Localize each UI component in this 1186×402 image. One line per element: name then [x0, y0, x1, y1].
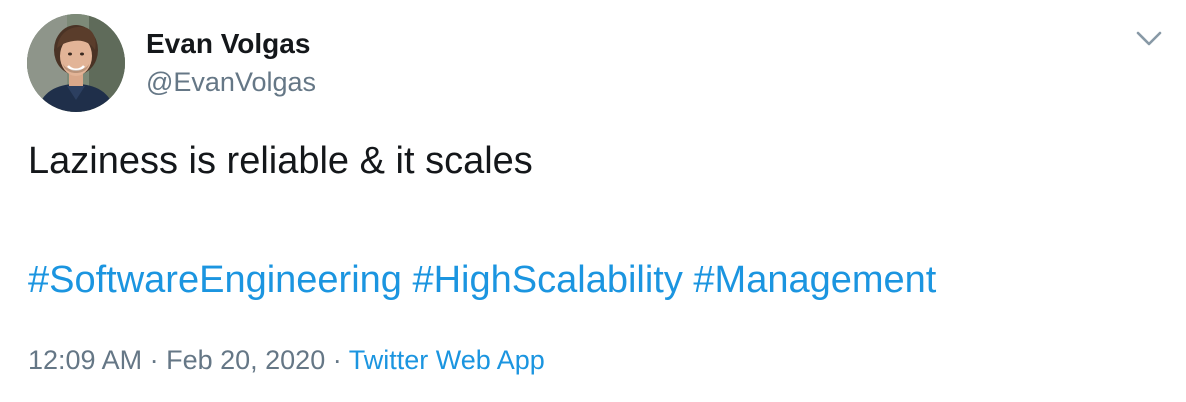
hashtag-list: #SoftwareEngineering #HighScalability #M…	[28, 259, 936, 302]
hashtag-management[interactable]: #Management	[693, 259, 936, 301]
tweet-source[interactable]: Twitter Web App	[349, 345, 545, 375]
tweet-meta: 12:09 AM · Feb 20, 2020 · Twitter Web Ap…	[28, 345, 545, 376]
meta-separator: ·	[325, 345, 349, 375]
avatar[interactable]	[27, 14, 125, 112]
hashtag-software-engineering[interactable]: #SoftwareEngineering	[28, 259, 402, 301]
author-name[interactable]: Evan Volgas	[146, 28, 310, 60]
profile-photo-icon	[27, 14, 125, 112]
hashtag-high-scalability[interactable]: #HighScalability	[412, 259, 682, 301]
tweet-date[interactable]: Feb 20, 2020	[166, 345, 325, 375]
meta-separator: ·	[142, 345, 167, 375]
tweet-text: Laziness is reliable & it scales	[28, 140, 533, 182]
author-handle[interactable]: @EvanVolgas	[146, 67, 316, 98]
tweet-time[interactable]: 12:09 AM	[28, 345, 142, 375]
chevron-down-icon[interactable]	[1134, 26, 1164, 50]
tweet-card: Evan Volgas @EvanVolgas Laziness is reli…	[0, 0, 1186, 402]
